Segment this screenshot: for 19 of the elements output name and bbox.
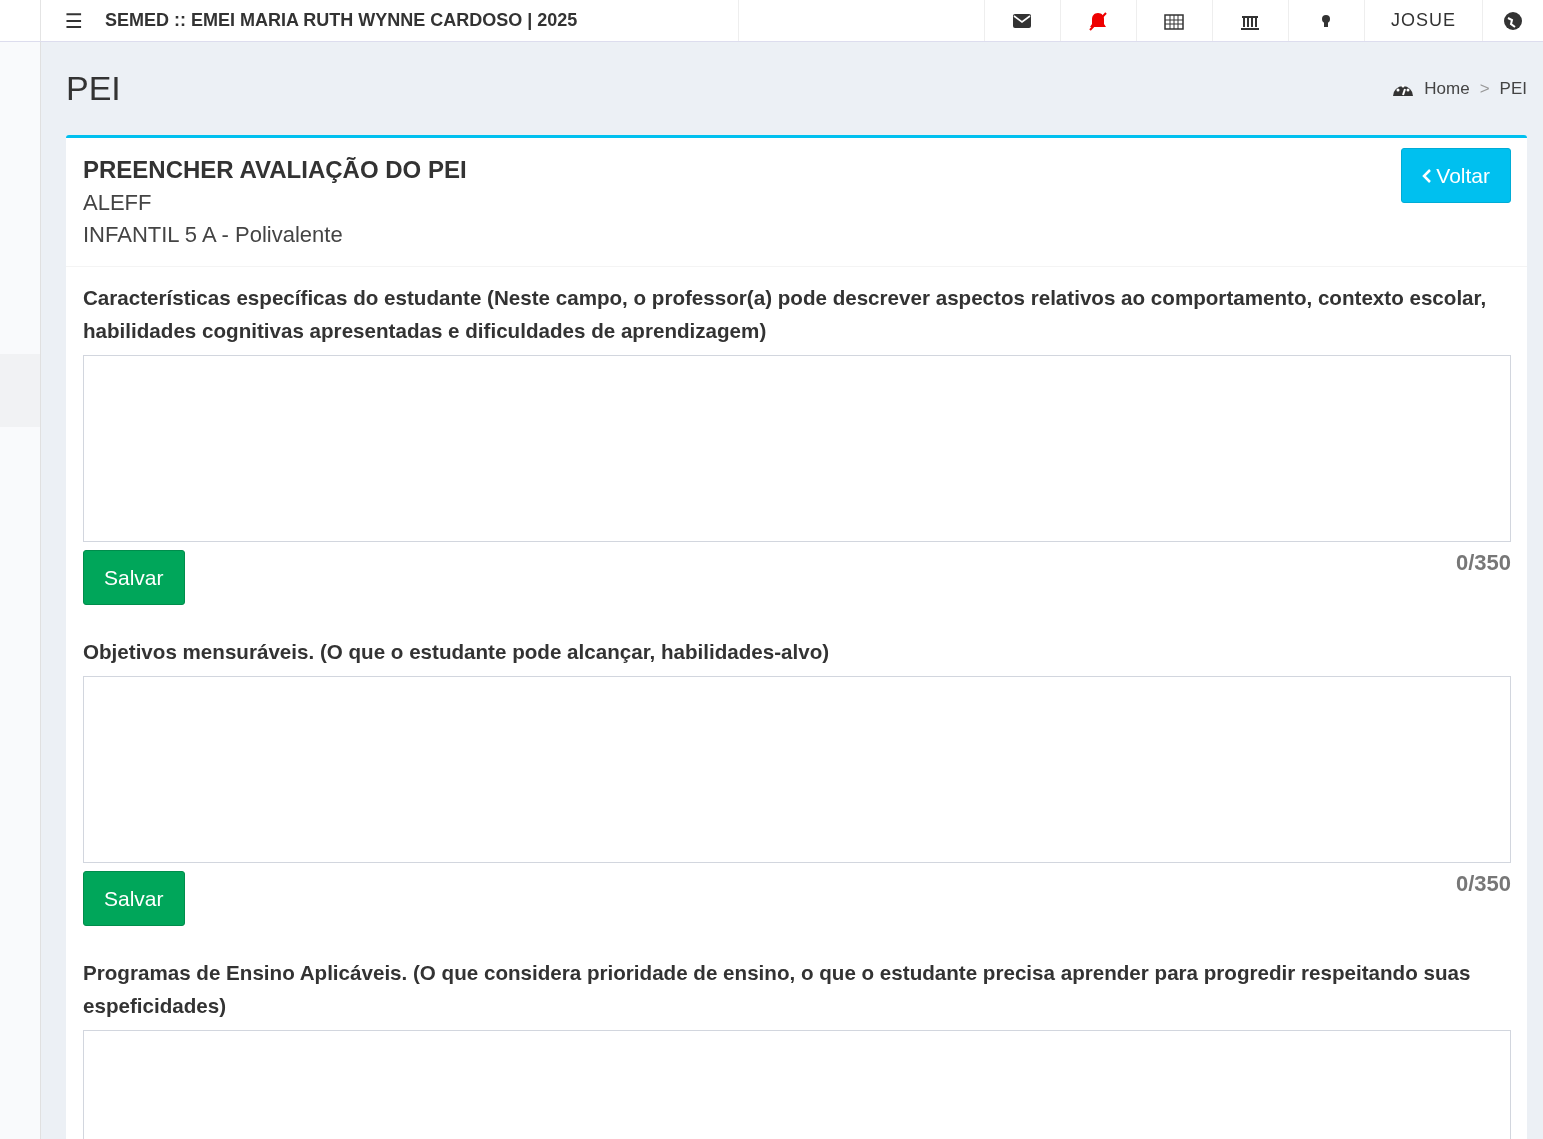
text-area[interactable] — [83, 676, 1511, 863]
field-label: Objetivos mensuráveis. (O que o estudante pode alcançar, habilidades-alvo) — [83, 639, 831, 665]
field-label: Características específicas do estudante (Neste campo, o professor(a) pode descrever aspectos relativos ao comportamento, contexto escolar, habilidades cognitivas apresentadas e dificuldades de aprendizagem) — [83, 285, 1488, 344]
breadcrumb-separator: > — [1479, 78, 1490, 99]
character-counter: 0/350 — [1455, 550, 1511, 576]
page-title: PEI — [66, 69, 121, 108]
sidebar-item[interactable] — [0, 354, 40, 427]
breadcrumb-item[interactable]: Home — [1424, 78, 1470, 99]
chevron-left-icon — [1422, 167, 1433, 184]
character-counter: 0/350 — [1455, 871, 1511, 897]
breadcrumb-item: PEI — [1499, 78, 1527, 99]
field-label: Programas de Ensino Aplicáveis. (O que considera prioridade de ensino, o que o estudante precisa aprender para progredir respeitando suas espeficidades) — [83, 960, 1472, 1019]
student-name: ALEFF — [83, 190, 153, 216]
menu-icon[interactable]: ☰ — [65, 10, 83, 31]
class-name: INFANTIL 5 A - Polivalente — [83, 222, 344, 248]
text-area[interactable] — [83, 355, 1511, 542]
user-menu[interactable]: JOSUE — [1364, 0, 1482, 41]
app-title: SEMED :: EMEI MARIA RUTH WYNNE CARDOSO | 2025 — [104, 10, 578, 31]
card-title: PREENCHER AVALIAÇÃO DO PEI — [83, 156, 467, 184]
